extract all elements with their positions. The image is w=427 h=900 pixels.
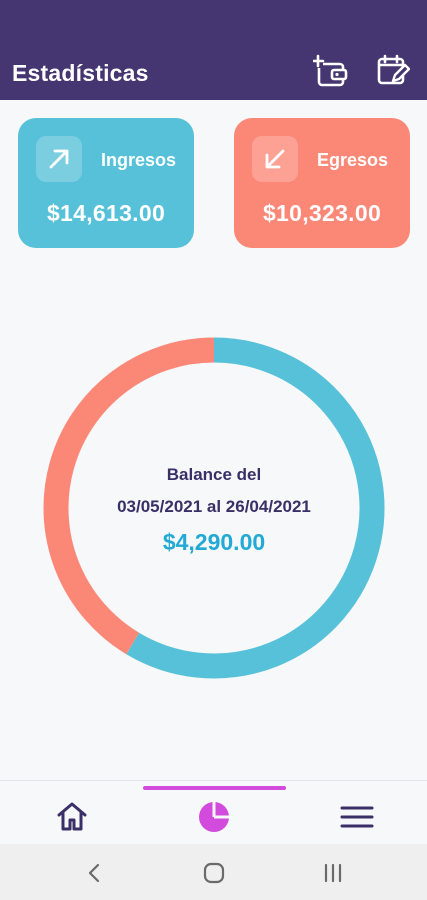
active-tab-indicator bbox=[143, 786, 286, 790]
expense-label: Egresos bbox=[317, 150, 389, 170]
back-icon bbox=[88, 863, 100, 883]
menu-icon bbox=[340, 806, 374, 828]
nav-menu[interactable] bbox=[337, 797, 377, 837]
home-icon bbox=[57, 802, 87, 831]
balance-summary: Balance del 03/05/2021 al 26/04/2021 $4,… bbox=[43, 459, 385, 556]
system-back-button[interactable] bbox=[75, 856, 115, 890]
arrow-up-right-icon bbox=[49, 149, 69, 169]
system-home-button[interactable] bbox=[194, 856, 234, 890]
income-label: Ingresos bbox=[101, 150, 177, 170]
arrow-down-left-icon bbox=[265, 149, 285, 169]
income-icon-box bbox=[36, 136, 82, 182]
income-card[interactable]: Ingresos $14,613.00 bbox=[18, 118, 194, 248]
recents-icon bbox=[324, 863, 342, 883]
calendar-edit-button[interactable] bbox=[373, 50, 413, 90]
expense-amount: $10,323.00 bbox=[262, 200, 382, 226]
expense-card[interactable]: Egresos $10,323.00 bbox=[234, 118, 410, 248]
system-recents-button[interactable] bbox=[313, 856, 353, 890]
add-wallet-button[interactable] bbox=[311, 50, 351, 90]
app-bar: Estadísticas bbox=[0, 0, 427, 100]
income-amount: $14,613.00 bbox=[46, 200, 166, 226]
page-title: Estadísticas bbox=[12, 60, 149, 86]
bottom-navigation bbox=[0, 780, 427, 844]
nav-home[interactable] bbox=[52, 797, 92, 837]
calendar-edit-icon bbox=[377, 54, 410, 85]
pie-chart-icon bbox=[199, 802, 229, 832]
expense-icon-box bbox=[252, 136, 298, 182]
add-wallet-icon bbox=[313, 54, 348, 87]
nav-statistics[interactable] bbox=[194, 797, 234, 837]
balance-date-range: 03/05/2021 al 26/04/2021 bbox=[117, 497, 311, 516]
balance-title: Balance del bbox=[166, 465, 262, 484]
system-navigation-bar bbox=[0, 844, 427, 900]
home-circle-icon bbox=[203, 862, 225, 884]
balance-donut-chart: Balance del 03/05/2021 al 26/04/2021 $4,… bbox=[43, 337, 385, 679]
balance-amount: $4,290.00 bbox=[162, 529, 266, 555]
